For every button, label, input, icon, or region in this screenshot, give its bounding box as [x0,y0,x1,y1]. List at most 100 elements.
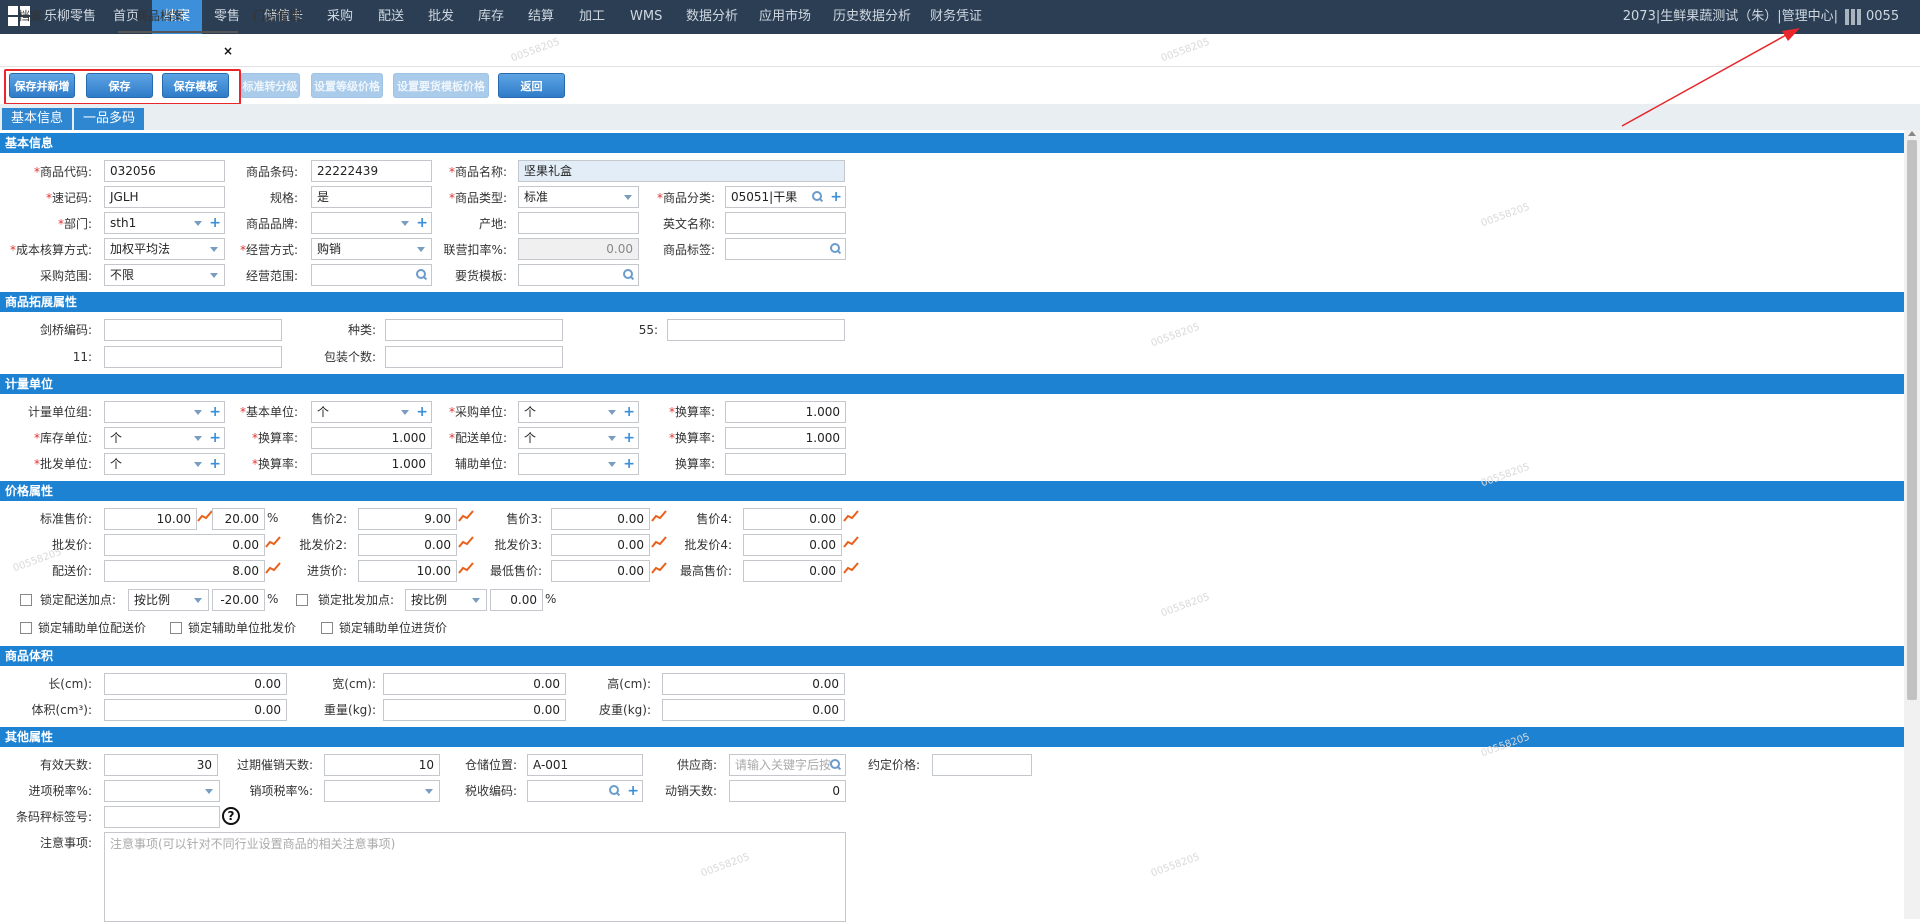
base-unit-select[interactable]: 个 + [311,401,432,423]
add-icon[interactable]: + [209,430,221,446]
product-code-input[interactable]: 032056 [104,160,225,182]
pack-count-input[interactable] [385,346,563,368]
min-price-input[interactable]: 0.00 [551,560,650,582]
nav-item-history-analysis[interactable]: 历史数据分析 [833,0,911,34]
wholesale-price-2-input[interactable]: 0.00 [358,534,457,556]
add-icon[interactable]: + [416,215,428,231]
input-tax-rate-select[interactable] [104,780,220,802]
close-icon[interactable]: × [223,44,233,58]
nav-item-settlement[interactable]: 结算 [528,0,554,34]
unit-group-select[interactable]: + [104,401,225,423]
trend-chart-icon[interactable] [458,536,474,548]
scroll-up-arrow-icon[interactable] [1908,131,1916,136]
search-icon[interactable] [416,269,427,280]
field-11-input[interactable] [104,346,282,368]
purchase-range-select[interactable]: 不限 [104,264,225,286]
height-input[interactable]: 0.00 [662,673,845,695]
add-icon[interactable]: + [209,215,221,231]
nav-item-processing[interactable]: 加工 [579,0,605,34]
add-icon[interactable]: + [623,404,635,420]
search-icon[interactable] [830,759,841,770]
purchase-price-input[interactable]: 10.00 [358,560,457,582]
spec-input[interactable]: 是 [311,186,432,208]
agreed-price-input[interactable] [932,754,1032,776]
lock-aux-delivery-checkbox[interactable] [20,622,32,634]
trend-chart-icon[interactable] [843,510,859,522]
lock-delivery-value-input[interactable]: -20.00 [212,589,265,611]
aux-unit-select[interactable]: + [518,453,639,475]
nav-item-app-market[interactable]: 应用市场 [759,0,811,34]
price-2-input[interactable]: 9.00 [358,508,457,530]
operating-range-field[interactable] [311,264,432,286]
subtab-multi-barcode[interactable]: 一品多码 [74,108,144,130]
help-icon[interactable]: ? [222,807,240,825]
lock-delivery-mode-select[interactable]: 按比例 [128,589,209,611]
admin-center-link[interactable]: |管理中心| [1777,9,1838,24]
search-icon[interactable] [609,785,620,796]
user-code[interactable]: 0055 [1866,0,1899,34]
add-icon[interactable]: + [830,189,842,205]
purchase-rate-input[interactable]: 1.000 [725,401,846,423]
subtab-basic-info[interactable]: 基本信息 [2,108,72,130]
supplier-search-field[interactable]: 请输入关键字后按 [729,754,846,776]
trend-chart-icon[interactable] [458,510,474,522]
max-price-input[interactable]: 0.00 [743,560,842,582]
set-request-template-price-button[interactable]: 设置要货模板价格 [393,73,489,98]
nav-item-wms[interactable]: WMS [630,0,662,34]
search-icon[interactable] [812,191,823,202]
lock-wholesale-markup-checkbox[interactable] [296,594,308,606]
product-name-input[interactable]: 坚果礼盒 [518,160,845,182]
standard-to-grade-button[interactable]: 标准转分级 [240,73,300,98]
origin-input[interactable] [518,212,639,234]
request-template-field[interactable] [518,264,639,286]
tare-input[interactable]: 0.00 [662,699,845,721]
scrollbar-thumb[interactable] [1907,140,1917,700]
purchase-unit-select[interactable]: 个 + [518,401,639,423]
add-icon[interactable]: + [623,430,635,446]
cambridge-code-input[interactable] [104,319,282,341]
field-55-input[interactable] [667,319,845,341]
wholesale-price-input[interactable]: 0.00 [104,534,265,556]
stock-unit-select[interactable]: 个 + [104,427,225,449]
add-icon[interactable]: + [209,456,221,472]
lock-wholesale-value-input[interactable]: 0.00 [490,589,543,611]
nav-item-wholesale[interactable]: 批发 [428,0,454,34]
trend-chart-icon[interactable] [265,536,281,548]
english-name-input[interactable] [725,212,846,234]
width-input[interactable]: 0.00 [383,673,566,695]
add-icon[interactable]: + [416,404,428,420]
wholesale-price-4-input[interactable]: 0.00 [743,534,842,556]
brand-select[interactable]: + [311,212,432,234]
product-tag-field[interactable] [725,238,846,260]
department-select[interactable]: sth1 + [104,212,225,234]
add-icon[interactable]: + [623,456,635,472]
volume-input[interactable]: 0.00 [104,699,287,721]
output-tax-rate-select[interactable] [324,780,440,802]
price-4-input[interactable]: 0.00 [743,508,842,530]
lock-wholesale-mode-select[interactable]: 按比例 [405,589,487,611]
trend-chart-icon[interactable] [265,562,281,574]
apps-grid-icon[interactable] [1845,9,1861,25]
tab-store-management[interactable]: 门店管理 [253,0,301,33]
set-grade-price-button[interactable]: 设置等级价格 [311,73,383,98]
lock-aux-purchase-checkbox[interactable] [321,622,333,634]
nav-item-data-analysis[interactable]: 数据分析 [686,0,738,34]
lock-delivery-markup-checkbox[interactable] [20,594,32,606]
trend-chart-icon[interactable] [843,562,859,574]
tab-archive[interactable]: 档案 [18,0,42,33]
nav-item-inventory[interactable]: 库存 [478,0,504,34]
kind-input[interactable] [385,319,563,341]
trend-chart-icon[interactable] [458,562,474,574]
barcode-input[interactable]: 22222439 [311,160,432,182]
trend-chart-icon[interactable] [843,536,859,548]
tab-product-archive[interactable]: 商品档案 [118,0,238,33]
sales-days-input[interactable]: 0 [729,780,846,802]
add-icon[interactable]: + [627,783,639,799]
trend-chart-icon[interactable] [197,510,213,522]
length-input[interactable]: 0.00 [104,673,287,695]
nav-item-purchase[interactable]: 采购 [327,0,353,34]
scale-label-number-input[interactable] [104,806,220,828]
wholesale-unit-select[interactable]: 个 + [104,453,225,475]
business-mode-select[interactable]: 购销 [311,238,432,260]
stock-rate-input[interactable]: 1.000 [311,427,432,449]
